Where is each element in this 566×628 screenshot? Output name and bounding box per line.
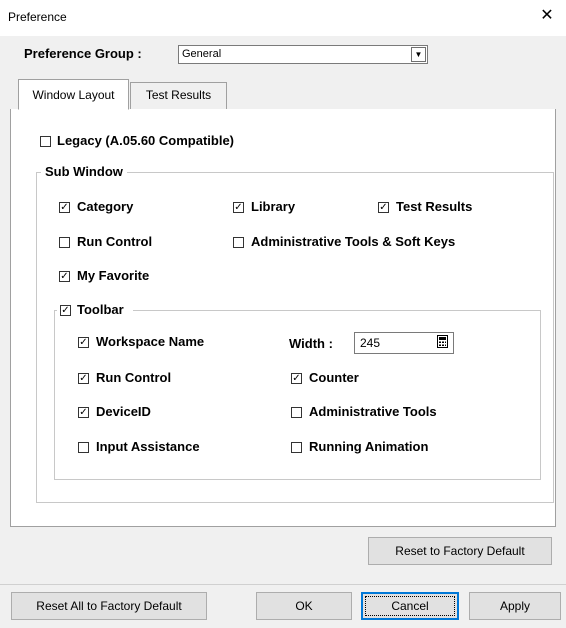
footer-divider <box>0 584 566 585</box>
reset-all-factory-default-button[interactable]: Reset All to Factory Default <box>11 592 207 620</box>
category-label: Category <box>77 199 134 214</box>
workspace-name-label: Workspace Name <box>96 334 205 349</box>
device-id-label: DeviceID <box>96 404 151 419</box>
run-control-checkbox[interactable] <box>59 237 70 248</box>
close-icon[interactable]: ✕ <box>538 7 556 25</box>
admin-tools-checkbox[interactable] <box>291 407 302 418</box>
device-id-checkbox[interactable]: ✓ <box>78 407 89 418</box>
admin-tools-label: Administrative Tools <box>309 404 437 419</box>
my-favorite-label: My Favorite <box>77 268 150 283</box>
title-bar <box>0 0 566 36</box>
preference-group-value: General <box>182 48 222 60</box>
running-animation-checkbox[interactable] <box>291 442 302 453</box>
chevron-down-icon[interactable]: ▼ <box>411 47 426 62</box>
workspace-name-checkbox[interactable]: ✓ <box>78 337 89 348</box>
ok-button[interactable]: OK <box>256 592 352 620</box>
category-checkbox[interactable]: ✓ <box>59 202 70 213</box>
toolbar-label: Toolbar <box>77 302 124 317</box>
toolbar-checkbox[interactable]: ✓ <box>60 305 71 316</box>
counter-checkbox[interactable]: ✓ <box>291 373 302 384</box>
cancel-button-label: Cancel <box>365 596 455 616</box>
my-favorite-checkbox[interactable]: ✓ <box>59 271 70 282</box>
admin-soft-keys-checkbox[interactable] <box>233 237 244 248</box>
width-label: Width : <box>289 336 333 351</box>
library-label: Library <box>251 199 296 214</box>
legacy-label: Legacy (A.05.60 Compatible) <box>57 133 234 148</box>
test-results-label: Test Results <box>396 199 473 214</box>
calculator-icon[interactable] <box>437 335 450 350</box>
tab-test-results[interactable]: Test Results <box>130 82 227 109</box>
window-title: Preference <box>8 10 67 24</box>
reset-factory-default-button[interactable]: Reset to Factory Default <box>368 537 552 565</box>
toolbar-run-control-checkbox[interactable]: ✓ <box>78 373 89 384</box>
preference-group-select[interactable]: General ▼ <box>178 45 428 64</box>
input-assistance-label: Input Assistance <box>96 439 200 454</box>
input-assistance-checkbox[interactable] <box>78 442 89 453</box>
test-results-checkbox[interactable]: ✓ <box>378 202 389 213</box>
toolbar-run-control-label: Run Control <box>96 370 172 385</box>
running-animation-label: Running Animation <box>309 439 429 454</box>
apply-button[interactable]: Apply <box>469 592 561 620</box>
cancel-button[interactable]: Cancel <box>361 592 459 620</box>
width-input[interactable]: 245 <box>354 332 454 354</box>
run-control-label: Run Control <box>77 234 153 249</box>
admin-soft-keys-label: Administrative Tools & Soft Keys <box>251 234 456 249</box>
legacy-checkbox[interactable] <box>40 136 51 147</box>
tab-window-layout[interactable]: Window Layout <box>18 79 129 110</box>
preference-group-label: Preference Group : <box>24 46 142 61</box>
library-checkbox[interactable]: ✓ <box>233 202 244 213</box>
width-value: 245 <box>360 336 381 350</box>
tab-panel: Legacy (A.05.60 Compatible) Sub Window ✓… <box>10 109 556 527</box>
sub-window-label: Sub Window <box>41 164 127 179</box>
counter-label: Counter <box>309 370 359 385</box>
